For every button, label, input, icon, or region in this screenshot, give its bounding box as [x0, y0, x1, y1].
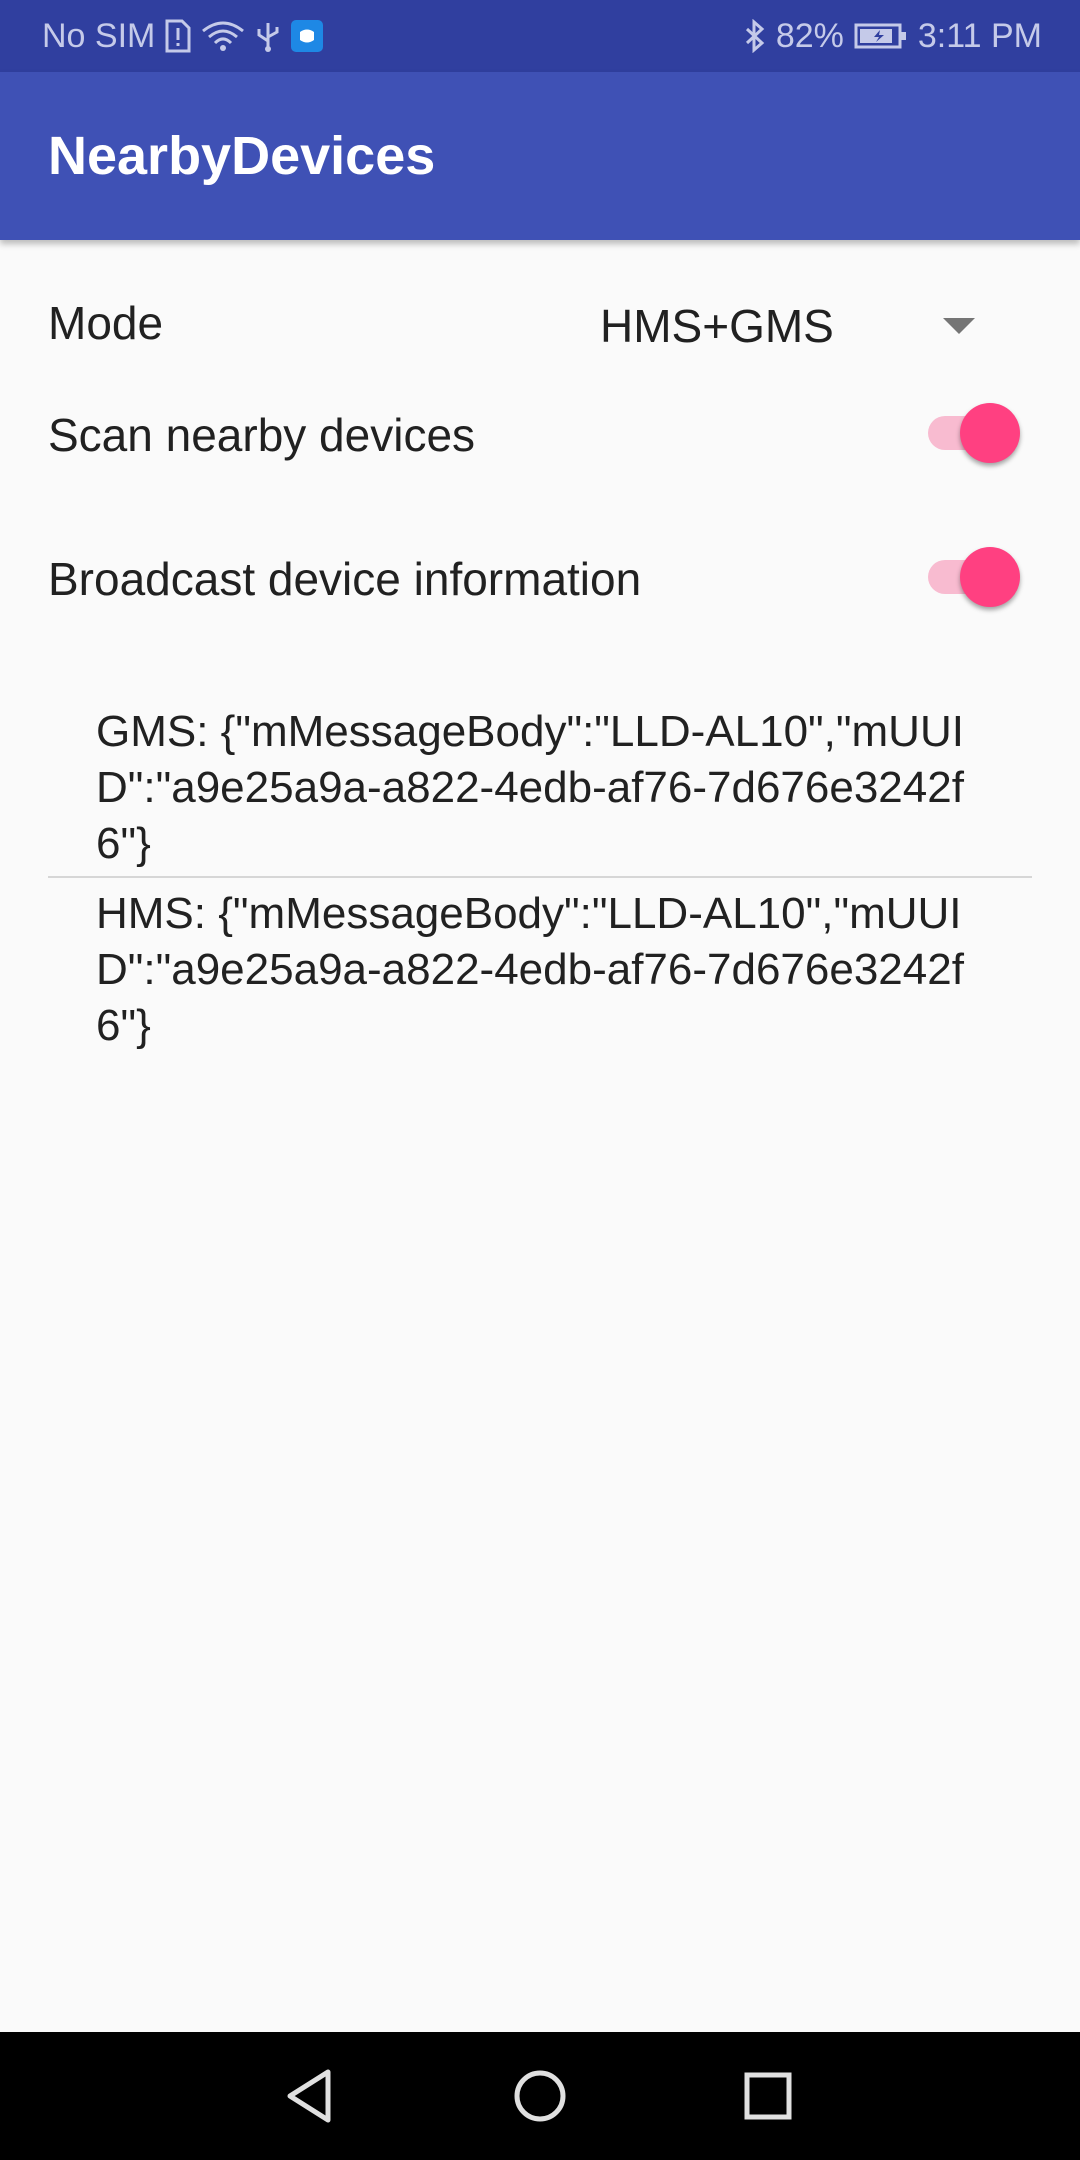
mode-dropdown[interactable]: HMS+GMS [600, 292, 1000, 360]
status-right: 82% 3:11 PM [744, 0, 1042, 72]
broadcast-toggle[interactable] [924, 542, 1024, 612]
carrier-text: No SIM [42, 16, 156, 55]
list-item[interactable]: GMS: {"mMessageBody":"LLD-AL10","mUUID":… [48, 696, 1032, 876]
home-icon[interactable] [500, 2056, 580, 2136]
message-list: GMS: {"mMessageBody":"LLD-AL10","mUUID":… [48, 696, 1032, 1058]
list-item[interactable]: HMS: {"mMessageBody":"LLD-AL10","mUUID":… [48, 878, 1032, 1058]
battery-charging-icon [854, 21, 908, 51]
navigation-bar [0, 2032, 1080, 2160]
mode-label: Mode [48, 297, 164, 349]
screen: No SIM 82% 3:11 PM NearbyDevices Mode HM… [0, 0, 1080, 2160]
bluetooth-icon [744, 19, 766, 53]
status-bar: No SIM 82% 3:11 PM [0, 0, 1080, 72]
broadcast-toggle-thumb [960, 547, 1020, 607]
clock: 3:11 PM [917, 16, 1042, 55]
dropdown-arrow-icon [943, 318, 975, 334]
scan-label: Scan nearby devices [48, 409, 476, 461]
mode-selected-value: HMS+GMS [600, 300, 834, 352]
back-icon[interactable] [270, 2056, 350, 2136]
broadcast-label: Broadcast device information [48, 553, 642, 605]
sim-alert-icon [165, 19, 191, 53]
scan-toggle[interactable] [924, 398, 1024, 468]
app-bar: NearbyDevices [0, 72, 1080, 240]
recents-icon[interactable] [728, 2056, 808, 2136]
app-notification-icon [291, 20, 324, 52]
scan-toggle-thumb [960, 403, 1020, 463]
wifi-icon [201, 19, 245, 53]
usb-icon [255, 19, 281, 53]
status-left: No SIM [42, 0, 324, 72]
app-title: NearbyDevices [48, 126, 436, 186]
battery-percent: 82% [775, 16, 844, 55]
